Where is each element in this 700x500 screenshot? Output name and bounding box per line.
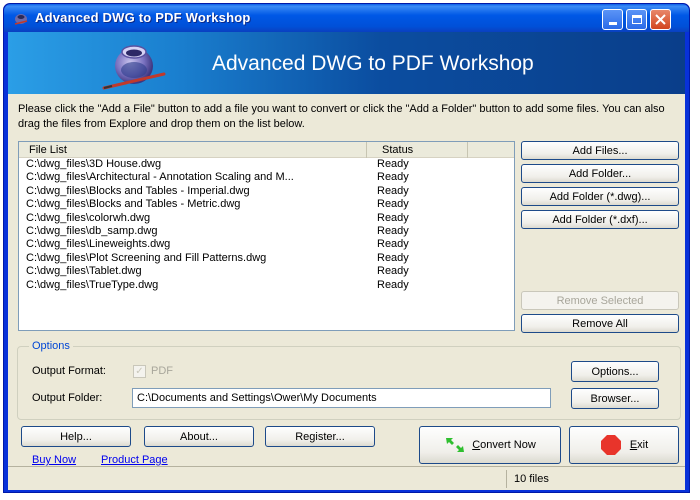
file-list[interactable]: File List Status C:\dwg_files\3D House.d… bbox=[18, 141, 515, 331]
file-list-row[interactable]: C:\dwg_files\3D House.dwg Ready bbox=[19, 158, 514, 171]
file-list-row[interactable]: C:\dwg_files\colorwh.dwg Ready bbox=[19, 212, 514, 225]
file-path-cell: C:\dwg_files\3D House.dwg bbox=[26, 158, 162, 170]
file-path-cell: C:\dwg_files\Lineweights.dwg bbox=[26, 238, 171, 251]
minimize-button[interactable] bbox=[602, 9, 623, 30]
file-status-cell: Ready bbox=[377, 198, 409, 211]
file-status-cell: Ready bbox=[377, 184, 409, 197]
about-button[interactable]: About... bbox=[144, 426, 254, 447]
file-path-cell: C:\dwg_files\db_samp.dwg bbox=[26, 224, 158, 237]
file-list-row[interactable]: C:\dwg_files\Architectural - Annotation … bbox=[19, 171, 514, 184]
title-bar[interactable]: Advanced DWG to PDF Workshop bbox=[4, 4, 689, 32]
register-button[interactable]: Register... bbox=[265, 426, 375, 447]
file-list-row[interactable]: C:\dwg_files\Tablet.dwg Ready bbox=[19, 265, 514, 278]
file-list-row[interactable]: C:\dwg_files\Plot Screening and Fill Pat… bbox=[19, 252, 514, 265]
add-folder-button[interactable]: Add Folder... bbox=[521, 164, 679, 183]
ink-pot-pen-icon bbox=[102, 45, 166, 90]
pdf-checkbox[interactable]: ✓ bbox=[133, 365, 146, 378]
file-status-cell: Ready bbox=[377, 238, 409, 251]
remove-all-button[interactable]: Remove All bbox=[521, 314, 679, 333]
add-folder-dwg-button[interactable]: Add Folder (*.dwg)... bbox=[521, 187, 679, 206]
minimize-icon bbox=[608, 22, 617, 25]
file-status-cell: Ready bbox=[377, 265, 409, 278]
help-button[interactable]: Help... bbox=[21, 426, 131, 447]
remove-selected-button[interactable]: Remove Selected bbox=[521, 291, 679, 310]
status-separator bbox=[506, 470, 507, 488]
file-status-cell: Ready bbox=[377, 171, 409, 184]
add-files-button[interactable]: Add Files... bbox=[521, 141, 679, 160]
maximize-icon bbox=[631, 15, 642, 24]
exit-button[interactable]: Exit bbox=[569, 426, 679, 464]
instructions-text: Please click the "Add a File" button to … bbox=[18, 103, 665, 130]
file-list-rows: C:\dwg_files\3D House.dwg Ready C:\dwg_fil… bbox=[19, 158, 514, 292]
convert-now-label: Convert Now bbox=[472, 439, 536, 451]
file-path-cell: C:\dwg_files\Tablet.dwg bbox=[26, 265, 142, 278]
output-folder-label: Output Folder: bbox=[32, 392, 103, 404]
stop-icon bbox=[600, 435, 621, 455]
buy-now-link[interactable]: Buy Now bbox=[32, 454, 76, 466]
add-folder-dxf-button[interactable]: Add Folder (*.dxf)... bbox=[521, 210, 679, 229]
file-status-cell: Ready bbox=[377, 251, 409, 264]
file-path-cell: C:\dwg_files\Plot Screening and Fill Pat… bbox=[26, 251, 267, 264]
file-status-cell: Ready bbox=[377, 278, 409, 291]
status-bar: 10 files bbox=[8, 466, 685, 490]
file-path-cell: C:\dwg_files\TrueType.dwg bbox=[26, 278, 159, 291]
exit-label: Exit bbox=[629, 439, 649, 451]
file-status-cell: Ready bbox=[377, 158, 409, 170]
convert-arrows-icon bbox=[446, 438, 465, 452]
file-list-row[interactable]: C:\dwg_files\db_samp.dwg Ready bbox=[19, 225, 514, 238]
options-button[interactable]: Options... bbox=[571, 361, 659, 382]
close-icon bbox=[655, 14, 666, 25]
file-list-row[interactable]: C:\dwg_files\Blocks and Tables - Imperia… bbox=[19, 185, 514, 198]
checkmark-icon: ✓ bbox=[135, 366, 144, 377]
maximize-button[interactable] bbox=[626, 9, 647, 30]
browser-button[interactable]: Browser... bbox=[571, 388, 659, 409]
file-list-header: File List Status bbox=[19, 142, 514, 158]
banner: Advanced DWG to PDF Workshop bbox=[8, 32, 685, 94]
file-path-cell: C:\dwg_files\Architectural - Annotation … bbox=[26, 171, 294, 184]
file-list-row[interactable]: C:\dwg_files\TrueType.dwg Ready bbox=[19, 279, 514, 292]
column-header-file-list[interactable]: File List bbox=[19, 142, 367, 158]
column-header-status[interactable]: Status bbox=[368, 142, 468, 158]
file-path-cell: C:\dwg_files\Blocks and Tables - Metric.… bbox=[26, 198, 241, 211]
pdf-checkbox-label: PDF bbox=[151, 365, 173, 377]
file-list-row[interactable]: C:\dwg_files\Blocks and Tables - Metric.… bbox=[19, 198, 514, 211]
file-status-cell: Ready bbox=[377, 224, 409, 237]
convert-now-button[interactable]: Convert Now bbox=[419, 426, 561, 464]
file-status-cell: Ready bbox=[377, 211, 409, 224]
window-title: Advanced DWG to PDF Workshop bbox=[35, 10, 251, 25]
file-list-row[interactable]: C:\dwg_files\Lineweights.dwg Ready bbox=[19, 238, 514, 251]
app-icon bbox=[14, 14, 28, 25]
file-path-cell: C:\dwg_files\Blocks and Tables - Imperia… bbox=[26, 184, 250, 197]
output-folder-input[interactable]: C:\Documents and Settings\Ower\My Docume… bbox=[132, 388, 551, 408]
client-area: Advanced DWG to PDF Workshop Please clic… bbox=[8, 32, 685, 490]
banner-title: Advanced DWG to PDF Workshop bbox=[212, 52, 534, 75]
file-path-cell: C:\dwg_files\colorwh.dwg bbox=[26, 211, 151, 224]
output-format-label: Output Format: bbox=[32, 365, 106, 377]
product-page-link[interactable]: Product Page bbox=[101, 454, 168, 466]
close-button[interactable] bbox=[650, 9, 671, 30]
options-legend: Options bbox=[29, 340, 73, 352]
app-window: Advanced DWG to PDF Workshop Advanced DW… bbox=[3, 3, 690, 493]
file-count-status: 10 files bbox=[514, 473, 549, 485]
